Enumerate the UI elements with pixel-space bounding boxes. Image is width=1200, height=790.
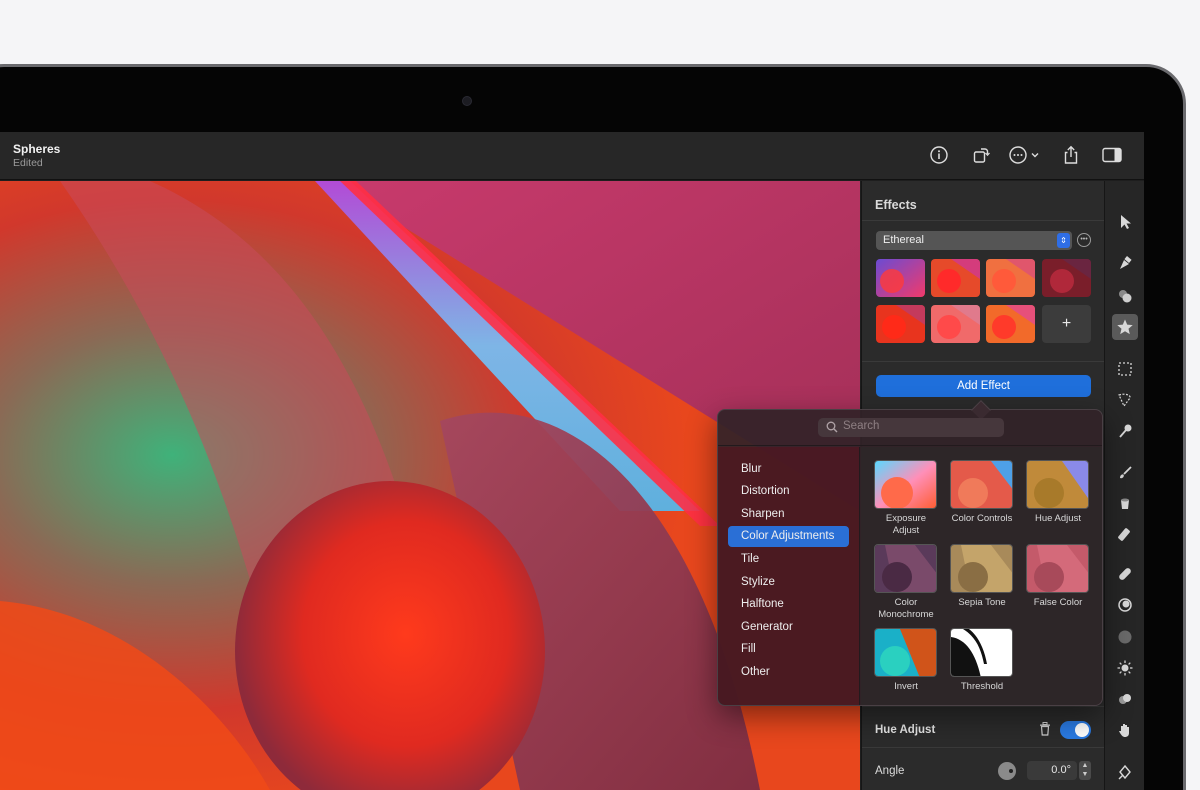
- divider: [862, 747, 1105, 748]
- angle-dial[interactable]: [998, 762, 1016, 780]
- preset-thumbnail[interactable]: [986, 305, 1035, 343]
- popover-header: Search: [718, 410, 1102, 446]
- effect-label: Color Controls: [951, 513, 1013, 524]
- effects-panel-title: Effects: [875, 198, 917, 212]
- tool-strip: [1104, 181, 1144, 790]
- preset-thumbnail[interactable]: [876, 305, 925, 343]
- bandage-icon[interactable]: [1112, 561, 1138, 587]
- angle-stepper[interactable]: ▲ ▼: [1079, 761, 1091, 780]
- category-tile[interactable]: Tile: [728, 549, 849, 570]
- preset-dropdown[interactable]: Ethereal ⇕: [876, 231, 1072, 250]
- smudge-icon[interactable]: [1112, 686, 1138, 712]
- angle-input[interactable]: 0.0°: [1027, 761, 1077, 780]
- category-other[interactable]: Other: [728, 662, 849, 683]
- effect-color-controls[interactable]: Color Controls: [950, 460, 1014, 525]
- effect-thumbnail: [950, 460, 1013, 509]
- info-icon[interactable]: [928, 144, 950, 166]
- preset-more-icon[interactable]: •••: [1077, 233, 1091, 247]
- trash-icon[interactable]: [1039, 722, 1051, 741]
- add-preset-button[interactable]: +: [1042, 305, 1091, 343]
- category-list: Blur Distortion Sharpen Color Adjustment…: [718, 447, 860, 705]
- add-effect-popover: Search Blur Distortion Sharpen Color Adj…: [717, 400, 1103, 706]
- effect-label: Exposure Adjust: [885, 513, 927, 536]
- preset-thumbnail[interactable]: [931, 305, 980, 343]
- preset-thumbnail[interactable]: [1042, 259, 1091, 297]
- category-distortion[interactable]: Distortion: [728, 481, 849, 502]
- magic-wand-icon[interactable]: [1112, 418, 1138, 444]
- paint-bucket-icon[interactable]: [1112, 490, 1138, 516]
- document-title: Spheres: [13, 142, 61, 156]
- category-stylize[interactable]: Stylize: [728, 572, 849, 593]
- effect-enabled-toggle[interactable]: [1060, 721, 1091, 739]
- divider: [862, 361, 1105, 362]
- effect-sepia-tone[interactable]: Sepia Tone: [950, 544, 1014, 609]
- effect-thumbnail: [874, 628, 937, 677]
- effect-label: Threshold: [960, 681, 1004, 692]
- effect-thumbnail: [874, 460, 937, 509]
- shapes-icon[interactable]: [1112, 283, 1138, 309]
- effect-color-monochrome[interactable]: Color Monochrome: [874, 544, 938, 621]
- add-effect-button[interactable]: Add Effect: [876, 375, 1091, 397]
- preset-thumbnail[interactable]: [876, 259, 925, 297]
- chevron-updown-icon: ⇕: [1057, 233, 1070, 248]
- sidebar-icon[interactable]: [1100, 144, 1124, 166]
- eraser-icon[interactable]: [1112, 521, 1138, 547]
- rotate-icon[interactable]: [970, 144, 992, 166]
- category-generator[interactable]: Generator: [728, 617, 849, 638]
- marquee-select-icon[interactable]: [1112, 356, 1138, 382]
- preset-thumbnail[interactable]: [931, 259, 980, 297]
- category-blur[interactable]: Blur: [728, 459, 849, 480]
- search-input[interactable]: Search: [818, 418, 1004, 437]
- effect-label: Invert: [894, 681, 918, 692]
- clone-icon[interactable]: [1112, 592, 1138, 618]
- more-options-icon[interactable]: [1008, 144, 1042, 166]
- active-effect-title: Hue Adjust: [875, 724, 936, 736]
- effects-star-icon[interactable]: [1112, 314, 1138, 340]
- camera: [462, 96, 472, 106]
- document-status: Edited: [13, 157, 43, 169]
- blur-icon[interactable]: [1112, 624, 1138, 650]
- category-halftone[interactable]: Halftone: [728, 594, 849, 615]
- effect-label: Color Monochrome: [878, 597, 934, 620]
- arrow-icon[interactable]: [1112, 209, 1138, 235]
- title-bar: Spheres Edited: [0, 132, 1144, 180]
- hand-icon[interactable]: [1112, 717, 1138, 743]
- effect-grid: Exposure Adjust Color Controls Hue Adjus…: [861, 447, 1102, 705]
- effect-thumbnail: [874, 544, 937, 593]
- search-placeholder: Search: [843, 420, 880, 432]
- brush-icon[interactable]: [1112, 460, 1138, 486]
- search-icon: [826, 421, 838, 436]
- pen-nib-icon[interactable]: [1112, 759, 1138, 785]
- effect-label: Hue Adjust: [1035, 513, 1081, 524]
- effect-label: Sepia Tone: [958, 597, 1006, 608]
- effect-exposure-adjust[interactable]: Exposure Adjust: [874, 460, 938, 537]
- pen-tool-icon[interactable]: [1112, 251, 1138, 277]
- share-icon[interactable]: [1060, 144, 1082, 166]
- divider: [862, 220, 1105, 221]
- effect-thumbnail: [1026, 544, 1089, 593]
- effect-thumbnail: [950, 544, 1013, 593]
- category-color-adjustments[interactable]: Color Adjustments: [728, 526, 849, 547]
- category-sharpen[interactable]: Sharpen: [728, 504, 849, 525]
- effect-thumbnail: [1026, 460, 1089, 509]
- preset-thumbnail[interactable]: [986, 259, 1035, 297]
- effect-label: False Color: [1033, 597, 1083, 608]
- effect-false-color[interactable]: False Color: [1026, 544, 1090, 609]
- angle-label: Angle: [875, 765, 905, 777]
- preset-dropdown-value: Ethereal: [883, 234, 924, 246]
- brightness-icon[interactable]: [1112, 655, 1138, 681]
- divider: [862, 706, 1105, 707]
- lasso-icon[interactable]: [1112, 387, 1138, 413]
- effect-thumbnail: [950, 628, 1013, 677]
- effect-invert[interactable]: Invert: [874, 628, 938, 693]
- effect-hue-adjust[interactable]: Hue Adjust: [1026, 460, 1090, 525]
- category-fill[interactable]: Fill: [728, 639, 849, 660]
- effect-threshold[interactable]: Threshold: [950, 628, 1014, 693]
